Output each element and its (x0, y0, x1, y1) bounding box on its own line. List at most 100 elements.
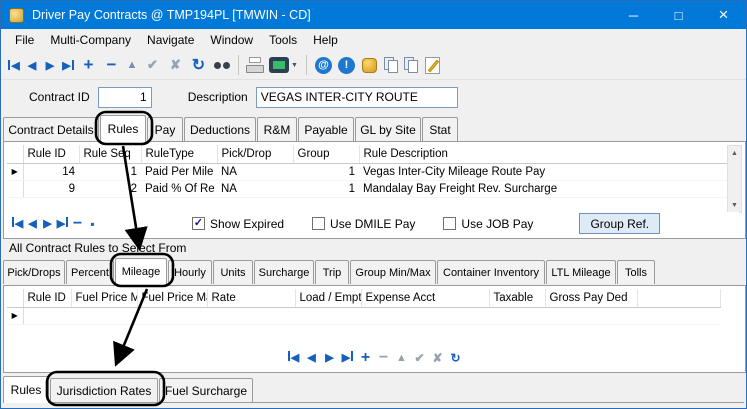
next-record-button[interactable]: ▶ (40, 217, 55, 230)
tab-hourly[interactable]: Hourly (168, 260, 212, 284)
tab-rules[interactable]: Rules (100, 115, 146, 142)
column-header-rule-id[interactable]: Rule ID (23, 289, 71, 307)
tab-deductions[interactable]: Deductions (184, 117, 256, 141)
tab-trip[interactable]: Trip (315, 260, 349, 284)
search-binoculars-button[interactable] (211, 55, 232, 76)
next-record-button[interactable]: ▶ (42, 55, 58, 76)
close-button[interactable]: × (701, 1, 746, 29)
column-header-ruletype[interactable]: RuleType (141, 145, 217, 163)
maximize-button[interactable]: □ (656, 1, 701, 29)
screen-button[interactable] (268, 55, 289, 76)
tab-rm[interactable]: R&M (257, 117, 297, 141)
tab-contract-details[interactable]: Contract Details (3, 117, 99, 141)
cancel-edit-button[interactable]: ✘ (430, 351, 445, 365)
paste-button[interactable] (402, 56, 420, 74)
web-button[interactable]: @ (313, 55, 334, 76)
menu-navigate[interactable]: Navigate (139, 33, 202, 47)
description-input[interactable] (256, 87, 458, 108)
column-header-rule-description[interactable]: Rule Description (359, 145, 729, 163)
next-record-button[interactable]: ▶ (322, 351, 337, 364)
print-button[interactable] (245, 55, 266, 76)
column-header-fuel-price-max[interactable]: Fuel Price Max (137, 289, 207, 307)
rule-type-tabstrip: Pick/Drops Percent Mileage Hourly Units … (3, 257, 656, 285)
scroll-up-button[interactable]: ▲ (728, 146, 741, 160)
tab-pay[interactable]: Pay (147, 117, 183, 141)
post-edit-button[interactable]: ✔ (142, 55, 163, 76)
last-record-button[interactable]: ▶ (340, 351, 355, 364)
refresh-button[interactable]: ↻ (188, 55, 209, 76)
group-ref-button[interactable]: Group Ref. (579, 213, 660, 234)
column-header-rule-id[interactable]: Rule ID (23, 145, 79, 163)
use-dmile-pay-checkbox[interactable]: Use DMILE Pay (312, 217, 415, 231)
prior-record-button[interactable]: ◀ (25, 217, 40, 230)
menu-help[interactable]: Help (305, 33, 346, 47)
first-record-button[interactable]: ◀ (6, 55, 22, 76)
scroll-down-button[interactable]: ▼ (728, 198, 741, 212)
column-header-pick-drop[interactable]: Pick/Drop (217, 145, 293, 163)
use-dmile-pay-label: Use DMILE Pay (330, 217, 415, 231)
security-button[interactable] (359, 55, 380, 76)
tab-pick-drops[interactable]: Pick/Drops (3, 260, 65, 284)
insert-record-button[interactable]: + (358, 349, 373, 367)
tab-ltl-mileage[interactable]: LTL Mileage (546, 260, 616, 284)
post-edit-button[interactable]: ✔ (412, 351, 427, 365)
tab-units[interactable]: Units (213, 260, 253, 284)
edit-record-button[interactable]: ▲ (124, 55, 140, 76)
copy-button[interactable] (382, 56, 400, 74)
column-header-fuel-price-min[interactable]: Fuel Price Mi (71, 289, 137, 307)
notes-button[interactable] (422, 55, 443, 76)
column-header-load-empty[interactable]: Load / Empt (295, 289, 361, 307)
tab-group-min-max[interactable]: Group Min/Max (350, 260, 436, 284)
column-header-taxable[interactable]: Taxable (489, 289, 545, 307)
info-button[interactable]: ! (336, 55, 357, 76)
prior-record-button[interactable]: ◀ (24, 55, 40, 76)
contract-id-input[interactable] (98, 87, 152, 108)
last-record-button[interactable]: ▶ (55, 217, 70, 230)
refresh-button[interactable]: ↻ (448, 351, 463, 365)
tab-mileage[interactable]: Mileage (115, 258, 167, 285)
prior-record-button[interactable]: ◀ (304, 351, 319, 364)
table-row[interactable]: 9 2 Paid % Of Re NA 1 Mandalay Bay Freig… (7, 180, 729, 197)
tab-surcharge[interactable]: Surcharge (254, 260, 314, 284)
cell-rule-id: 14 (23, 163, 79, 180)
tab-payable[interactable]: Payable (298, 117, 354, 141)
menu-tools[interactable]: Tools (261, 33, 305, 47)
table-row[interactable]: ▶ 14 1 Paid Per Mile NA 1 Vegas Inter-Ci… (7, 163, 729, 180)
delete-record-button[interactable]: − (101, 55, 122, 76)
edit-record-button[interactable]: ▪ (85, 217, 100, 231)
first-record-button[interactable]: ◀ (10, 217, 25, 230)
titlebar[interactable]: Driver Pay Contracts @ TMP194PL [TMWIN -… (1, 1, 746, 29)
screen-dropdown-caret[interactable]: ▼ (291, 62, 300, 69)
tab-rules-sub[interactable]: Rules (3, 376, 49, 403)
delete-record-button[interactable]: − (70, 215, 85, 233)
menu-file[interactable]: File (7, 33, 42, 47)
rules-grid-scrollbar[interactable]: ▲ ▼ (727, 145, 742, 213)
tab-percent[interactable]: Percent (66, 260, 114, 284)
column-header-rate[interactable]: Rate (207, 289, 295, 307)
tab-tolls[interactable]: Tolls (617, 260, 655, 284)
first-record-button[interactable]: ◀ (286, 351, 301, 364)
show-expired-checkbox[interactable]: ✓ Show Expired (192, 217, 284, 231)
tab-fuel-surcharge[interactable]: Fuel Surcharge (159, 378, 253, 402)
contract-id-label: Contract ID (29, 90, 90, 104)
cancel-edit-button[interactable]: ✘ (165, 55, 186, 76)
cell-group: 1 (293, 180, 359, 197)
tab-stat[interactable]: Stat (422, 117, 458, 141)
tab-container-inventory[interactable]: Container Inventory (437, 260, 545, 284)
last-record-button[interactable]: ▶ (60, 55, 76, 76)
notepad-pencil-icon (425, 57, 440, 74)
tab-gl-by-site[interactable]: GL by Site (355, 117, 421, 141)
insert-record-button[interactable]: + (78, 55, 99, 76)
column-header-group[interactable]: Group (293, 145, 359, 163)
minimize-button[interactable]: ─ (611, 1, 656, 29)
menu-multi-company[interactable]: Multi-Company (42, 33, 139, 47)
menu-window[interactable]: Window (202, 33, 261, 47)
tab-jurisdiction-rates[interactable]: Jurisdiction Rates (50, 378, 158, 402)
table-row[interactable]: ▶ (7, 307, 721, 324)
use-job-pay-checkbox[interactable]: Use JOB Pay (443, 217, 533, 231)
delete-record-button[interactable]: − (376, 349, 391, 367)
column-header-gross-pay-ded[interactable]: Gross Pay Ded (545, 289, 637, 307)
column-header-expense-acct[interactable]: Expense Acct (361, 289, 489, 307)
edit-record-button[interactable]: ▲ (394, 352, 409, 364)
column-header-rule-seq[interactable]: Rule Seq (79, 145, 141, 163)
